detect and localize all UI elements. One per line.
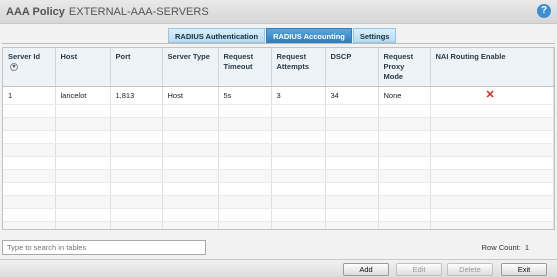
row-count-value: 1	[524, 243, 529, 252]
table-search-input[interactable]	[2, 240, 206, 255]
tab-radius-accounting[interactable]: RADIUS Accounting	[266, 28, 352, 43]
cell-server-type: Host	[162, 86, 219, 105]
column-header-request-attempts[interactable]: Request Attempts	[271, 48, 326, 87]
row-count: Row Count: 1	[482, 243, 529, 252]
table-row[interactable]: 1 lancelot 1,813 Host 5s 3 34 None ✕	[3, 86, 554, 105]
button-bar: Add Edit Delete Exit	[0, 259, 557, 277]
tab-radius-authentication[interactable]: RADIUS Authentication	[168, 28, 266, 43]
row-count-label: Row Count:	[481, 243, 521, 252]
disabled-x-icon: ✕	[485, 89, 495, 101]
policy-title: AAA Policy	[6, 6, 65, 18]
empty-row	[3, 182, 554, 196]
policy-name: EXTERNAL-AAA-SERVERS	[68, 6, 209, 18]
tab-settings[interactable]: Settings	[352, 28, 397, 43]
cell-request-proxy-mode: None	[378, 86, 431, 105]
cell-request-timeout: 5s	[218, 86, 272, 105]
page-header: AAA Policy EXTERNAL-AAA-SERVERS ?	[0, 0, 557, 24]
empty-row	[3, 221, 554, 229]
column-header-request-timeout[interactable]: Request Timeout	[218, 48, 272, 87]
column-header-request-proxy-mode[interactable]: Request Proxy Mode	[378, 48, 431, 87]
cell-host: lancelot	[55, 86, 111, 105]
column-label-server-id: Server Id	[8, 52, 41, 61]
cell-server-id: 1	[3, 86, 56, 105]
cell-port: 1,813	[110, 86, 163, 105]
tab-bar: RADIUS Authentication RADIUS Accounting …	[168, 28, 397, 43]
cell-dscp: 34	[325, 86, 379, 105]
page-title: AAA Policy EXTERNAL-AAA-SERVERS	[6, 6, 209, 18]
column-header-dscp[interactable]: DSCP	[325, 48, 379, 87]
column-header-server-type[interactable]: Server Type	[162, 48, 219, 87]
servers-table: Server Id ▾ Host Port Server Type Request…	[2, 47, 555, 230]
exit-button[interactable]: Exit	[501, 263, 547, 276]
empty-row	[3, 156, 554, 170]
edit-button[interactable]: Edit	[396, 263, 442, 276]
delete-button[interactable]: Delete	[447, 263, 493, 276]
cell-nai-routing-enable: ✕	[430, 86, 554, 105]
empty-row	[3, 143, 554, 157]
empty-row	[3, 169, 554, 183]
column-header-port[interactable]: Port	[110, 48, 163, 87]
add-button[interactable]: Add	[343, 263, 389, 276]
empty-row	[3, 104, 554, 118]
table-header-row: Server Id ▾ Host Port Server Type Request…	[3, 48, 554, 87]
empty-row	[3, 195, 554, 209]
cell-request-attempts: 3	[271, 86, 326, 105]
empty-row	[3, 117, 554, 131]
help-icon[interactable]: ?	[537, 4, 551, 18]
sort-icon[interactable]: ▾	[10, 63, 18, 72]
column-header-host[interactable]: Host	[55, 48, 111, 87]
tab-divider	[2, 43, 555, 44]
empty-row	[3, 130, 554, 144]
column-header-server-id[interactable]: Server Id ▾	[3, 48, 56, 87]
column-header-nai-routing-enable[interactable]: NAI Routing Enable	[430, 48, 554, 87]
empty-row	[3, 208, 554, 222]
